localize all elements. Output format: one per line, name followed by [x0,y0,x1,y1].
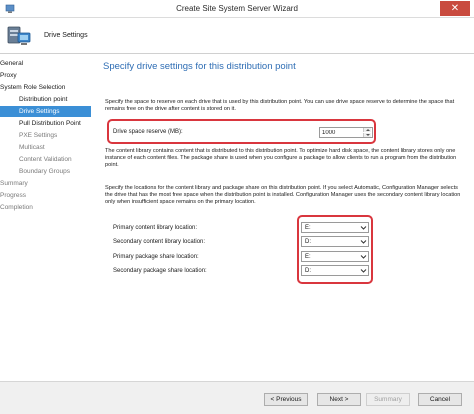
location-label: Secondary package share location: [113,268,207,274]
drive-space-reserve-stepper[interactable] [319,127,373,138]
location-label: Primary content library location: [113,225,198,231]
title-bar: Create Site System Server Wizard ✕ [0,0,474,18]
nav-item-summary[interactable]: Summary [0,178,91,189]
summary-button[interactable]: Summary [366,393,410,406]
select-value: E: [305,225,311,231]
banner-title: Drive Settings [44,32,88,39]
chevron-down-icon [360,269,367,273]
wizard-footer: < Previous Next > Summary Cancel [0,381,474,414]
wizard-banner: Drive Settings [0,18,474,54]
page-heading: Specify drive settings for this distribu… [103,61,296,72]
nav-item-system-role-selection[interactable]: System Role Selection [0,82,91,93]
secondary-content-library-select[interactable]: D: [301,236,369,247]
cancel-button[interactable]: Cancel [418,393,462,406]
nav-item-multicast[interactable]: Multicast [0,142,91,153]
nav-item-proxy[interactable]: Proxy [0,70,91,81]
chevron-down-icon [360,226,367,230]
select-value: D: [305,239,311,245]
nav-item-drive-settings[interactable]: Drive Settings [0,106,91,117]
nav-item-pull-distribution-point[interactable]: Pull Distribution Point [0,118,91,129]
drive-space-reserve-input[interactable] [322,129,360,137]
nav-item-general[interactable]: General [0,58,91,69]
window-title: Create Site System Server Wizard [176,4,298,13]
chevron-down-icon [360,240,367,244]
locations-description: Specify the locations for the content li… [105,185,461,205]
select-value: D: [305,268,311,274]
spin-down-icon[interactable] [363,133,371,137]
reserve-description: Specify the space to reserve on each dri… [105,99,455,112]
wizard-content: Specify drive settings for this distribu… [91,55,474,381]
chevron-down-icon [360,255,367,259]
nav-item-boundary-groups[interactable]: Boundary Groups [0,166,91,177]
location-label: Secondary content library location: [113,239,206,245]
next-button[interactable]: Next > [317,393,361,406]
previous-button[interactable]: < Previous [264,393,308,406]
nav-item-pxe-settings[interactable]: PXE Settings [0,130,91,141]
location-label: Primary package share location: [113,254,199,260]
primary-package-share-select[interactable]: E: [301,251,369,262]
server-wizard-icon [7,26,31,45]
select-value: E: [305,254,311,260]
nav-item-content-validation[interactable]: Content Validation [0,154,91,165]
nav-item-distribution-point[interactable]: Distribution point [0,94,91,105]
secondary-package-share-select[interactable]: D: [301,265,369,276]
close-icon: ✕ [450,3,460,14]
reserve-label: Drive space reserve (MB): [113,129,183,135]
primary-content-library-select[interactable]: E: [301,222,369,233]
nav-item-completion[interactable]: Completion [0,202,91,213]
content-library-description: The content library contains content tha… [105,148,457,168]
nav-item-progress[interactable]: Progress [0,190,91,201]
wizard-navigation: General Proxy System Role Selection Dist… [0,55,91,381]
close-button[interactable]: ✕ [440,1,470,16]
spin-up-icon[interactable] [363,128,371,132]
